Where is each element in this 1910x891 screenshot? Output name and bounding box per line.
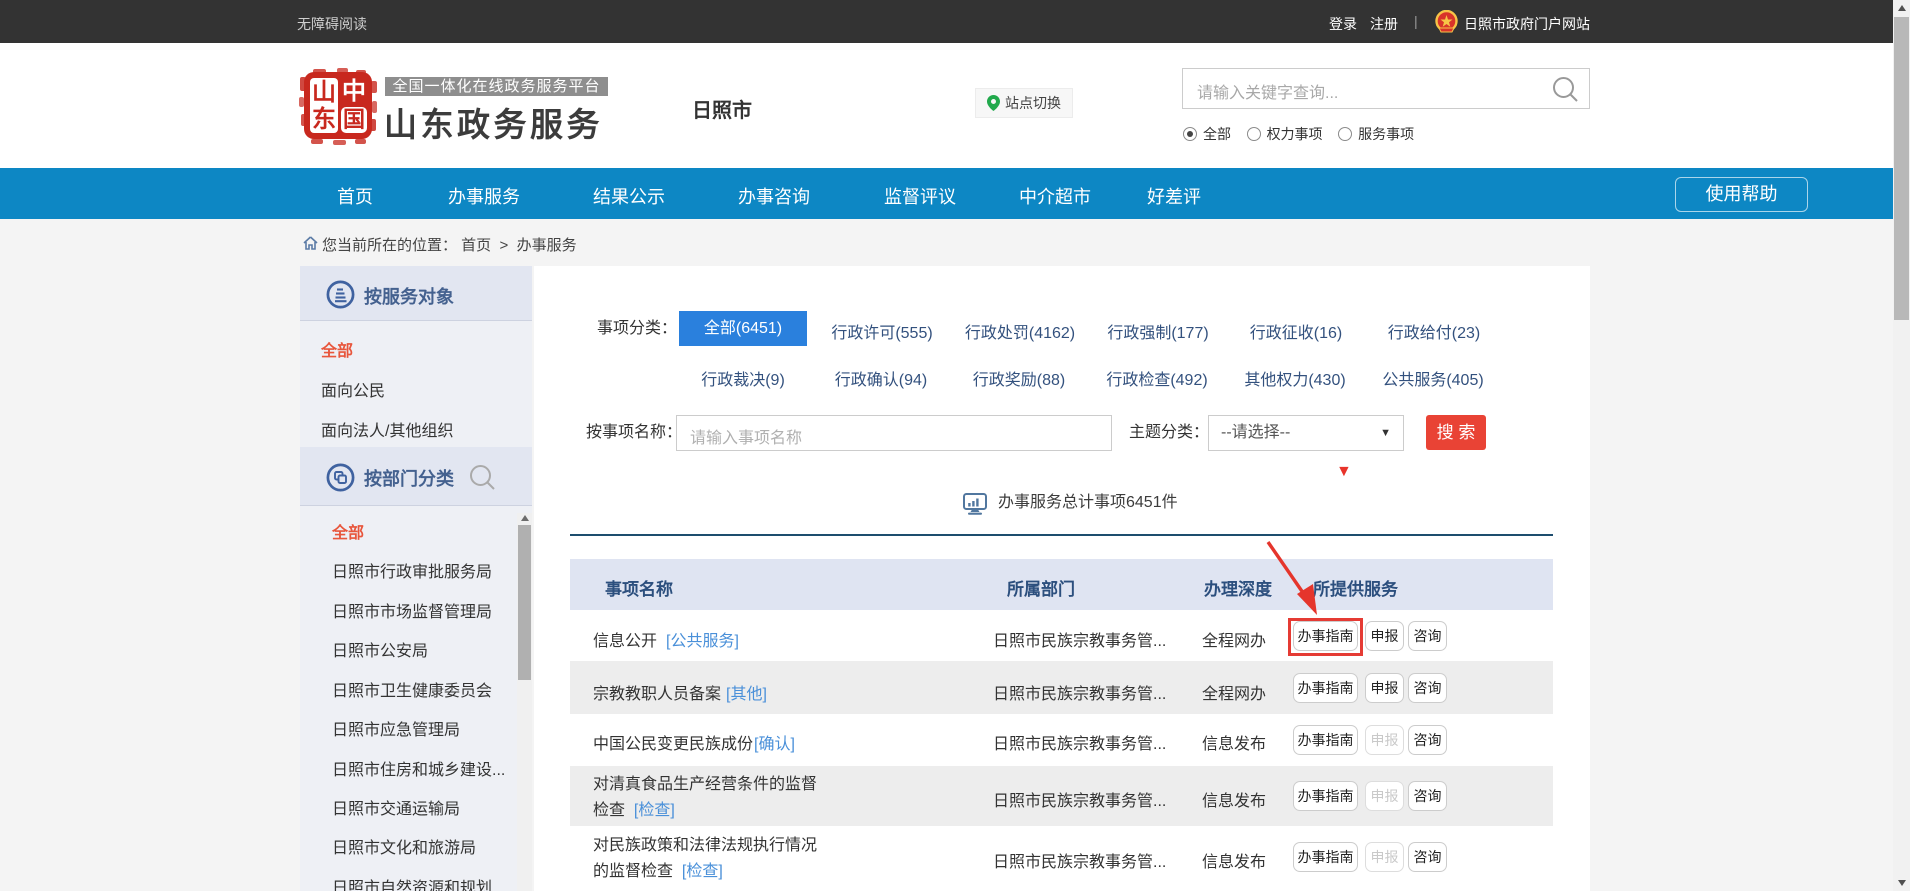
svg-text:国: 国 — [343, 107, 365, 132]
svg-text:山: 山 — [312, 79, 336, 106]
svg-text:中: 中 — [342, 78, 366, 105]
svg-text:东: 东 — [312, 105, 336, 133]
